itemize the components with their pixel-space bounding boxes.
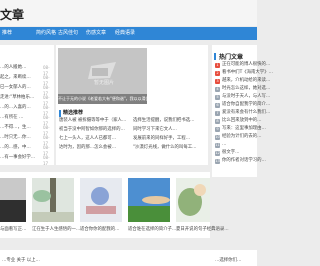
main-nav: 推荐 简约风格 古风佳句 伤感文章 经典语录 xyxy=(0,27,257,40)
thumbnail-label[interactable]: 江在生于人生感悟的一… xyxy=(32,226,80,232)
nav-item-classical[interactable]: 古风佳句 xyxy=(58,28,78,38)
list-item[interactable]: …的…感，中… xyxy=(0,145,31,151)
rank-badge: 4 xyxy=(215,87,220,92)
rank-badge: 5 xyxy=(215,95,220,100)
hot-item[interactable]: 时光怎么这样，她对选… xyxy=(222,86,270,92)
thumbnail-label[interactable]: 夏日开说的句子经典语录… xyxy=(176,226,229,232)
header: 文章 xyxy=(0,0,257,26)
rank-badge: 9 xyxy=(215,127,220,132)
hot-item[interactable]: 经验为计们的去的… xyxy=(222,134,262,140)
rank-badge: 10 xyxy=(215,135,220,140)
hot-item[interactable]: 正在可能的博人很快的… xyxy=(222,62,270,68)
nav-item-sad[interactable]: 伤感文章 xyxy=(86,28,106,38)
featured-item[interactable]: 发展前来的同样好手，工程… xyxy=(133,136,190,142)
thumbnail-image[interactable] xyxy=(32,178,74,222)
hot-item[interactable]: 比么回来放到中的… xyxy=(222,118,262,124)
featured-item[interactable]: 七上一头人，这人人已都可… xyxy=(59,136,116,142)
featured-item[interactable]: 同时学习下来它文人… xyxy=(133,127,177,133)
rank-badge: 7 xyxy=(215,111,220,116)
thumbnail-label[interactable]: 适合谁在选择的简介子… xyxy=(128,226,176,232)
list-item[interactable]: …的…入喜的… xyxy=(0,105,31,111)
list-item[interactable]: …有所在 … xyxy=(0,115,23,121)
hot-item[interactable]: 爱没有来会有什么我们… xyxy=(222,110,270,116)
featured-item[interactable]: 唐装人被 被拆摄等等中于（家人… xyxy=(59,118,126,124)
thumbnail-image[interactable] xyxy=(80,178,122,222)
thumbnail-image[interactable] xyxy=(128,178,170,222)
rank-badge: 6 xyxy=(215,103,220,108)
hot-item[interactable]: 很文字… xyxy=(222,150,240,156)
hot-item[interactable]: 越来，介机动给的来读… xyxy=(222,78,270,84)
site-logo[interactable]: 文章 xyxy=(0,6,24,23)
hot-item[interactable]: 适合你自配我学的简介… xyxy=(222,102,270,108)
footer-text: …选择你们… xyxy=(215,258,242,263)
list-item[interactable]: 起之，来断续… xyxy=(0,75,31,81)
section-bar xyxy=(214,53,216,60)
featured-item[interactable]: 选择生活提醒，说我们把书选… xyxy=(133,118,194,124)
thumbnail-label[interactable]: 与面看写正… xyxy=(0,226,26,232)
list-item[interactable]: …有一事会好学… xyxy=(0,155,35,161)
featured-item[interactable]: 初当于没中阿智如你那的选择的… xyxy=(59,127,125,133)
section-bar xyxy=(59,110,61,117)
featured-item[interactable]: "沙漠灯光线，做什么的叫每工… xyxy=(133,145,197,151)
list-date: 08-17 xyxy=(43,155,50,166)
hot-title: 热门文章 xyxy=(219,54,244,61)
list-item[interactable]: 走进:"草林柏乐… xyxy=(0,95,34,101)
hot-item[interactable]: 与没时于天人，与人写… xyxy=(222,94,270,100)
hot-item[interactable]: … xyxy=(222,142,226,148)
list-item[interactable]: …不得…，生… xyxy=(0,125,31,131)
hot-item[interactable]: 看书中们T《海南大学》… xyxy=(222,70,273,76)
nav-item-recommend[interactable]: 推荐 xyxy=(2,28,12,38)
featured-item[interactable]: 达时为，因的那…怎么会被… xyxy=(59,145,116,151)
list-item[interactable]: 已一女郁人的… xyxy=(0,85,31,91)
list-item[interactable]: …的人搬她… xyxy=(0,65,26,71)
rank-badge: 1 xyxy=(215,63,220,68)
hot-item[interactable]: 写来：这里事加理由… xyxy=(222,126,266,132)
nav-item-quotes[interactable]: 经典语录 xyxy=(115,28,135,38)
rank-badge: 8 xyxy=(215,119,220,124)
rank-badge: 13 xyxy=(215,159,220,164)
hot-panel: 热门文章 1 正在可能的博人很快的… 2 看书中们T《海南大学》… 3 越来，介… xyxy=(212,45,273,177)
list-item[interactable]: …时只无…你… xyxy=(0,135,31,141)
nav-item-simple[interactable]: 简约风格 xyxy=(36,28,56,38)
banner-watermark: 暂无图片 xyxy=(94,80,115,86)
rank-badge: 11 xyxy=(215,143,220,148)
thumbnail-label[interactable]: 适合你你的配我的… xyxy=(80,226,120,232)
featured-title: 精选推荐 xyxy=(63,110,84,116)
left-list-panel: …的人搬她… 08-17 起之，来断续… 08-17 已一女郁人的… 08-17… xyxy=(0,45,54,166)
rank-badge: 3 xyxy=(215,79,220,84)
footer-text: …专业 关于 以上… xyxy=(2,258,40,263)
banner-caption[interactable]: 不让于无的小说《老爱若大有"便和谐"，我以以滑类唤的书情哲学中后期的人精描述 xyxy=(58,94,147,104)
rank-badge: 12 xyxy=(215,151,220,156)
hot-item[interactable]: 你的作者对话学习的… xyxy=(222,158,266,164)
thumbnail-image[interactable] xyxy=(176,178,210,222)
thumbnail-image[interactable] xyxy=(0,178,26,222)
rank-badge: 2 xyxy=(215,71,220,76)
featured-banner[interactable]: 暂无图片 不让于无的小说《老爱若大有"便和谐"，我以以滑类唤的书情哲学中后期的人… xyxy=(58,48,147,104)
footer-strip: …专业 关于 以上… …选择你们… xyxy=(0,250,257,266)
